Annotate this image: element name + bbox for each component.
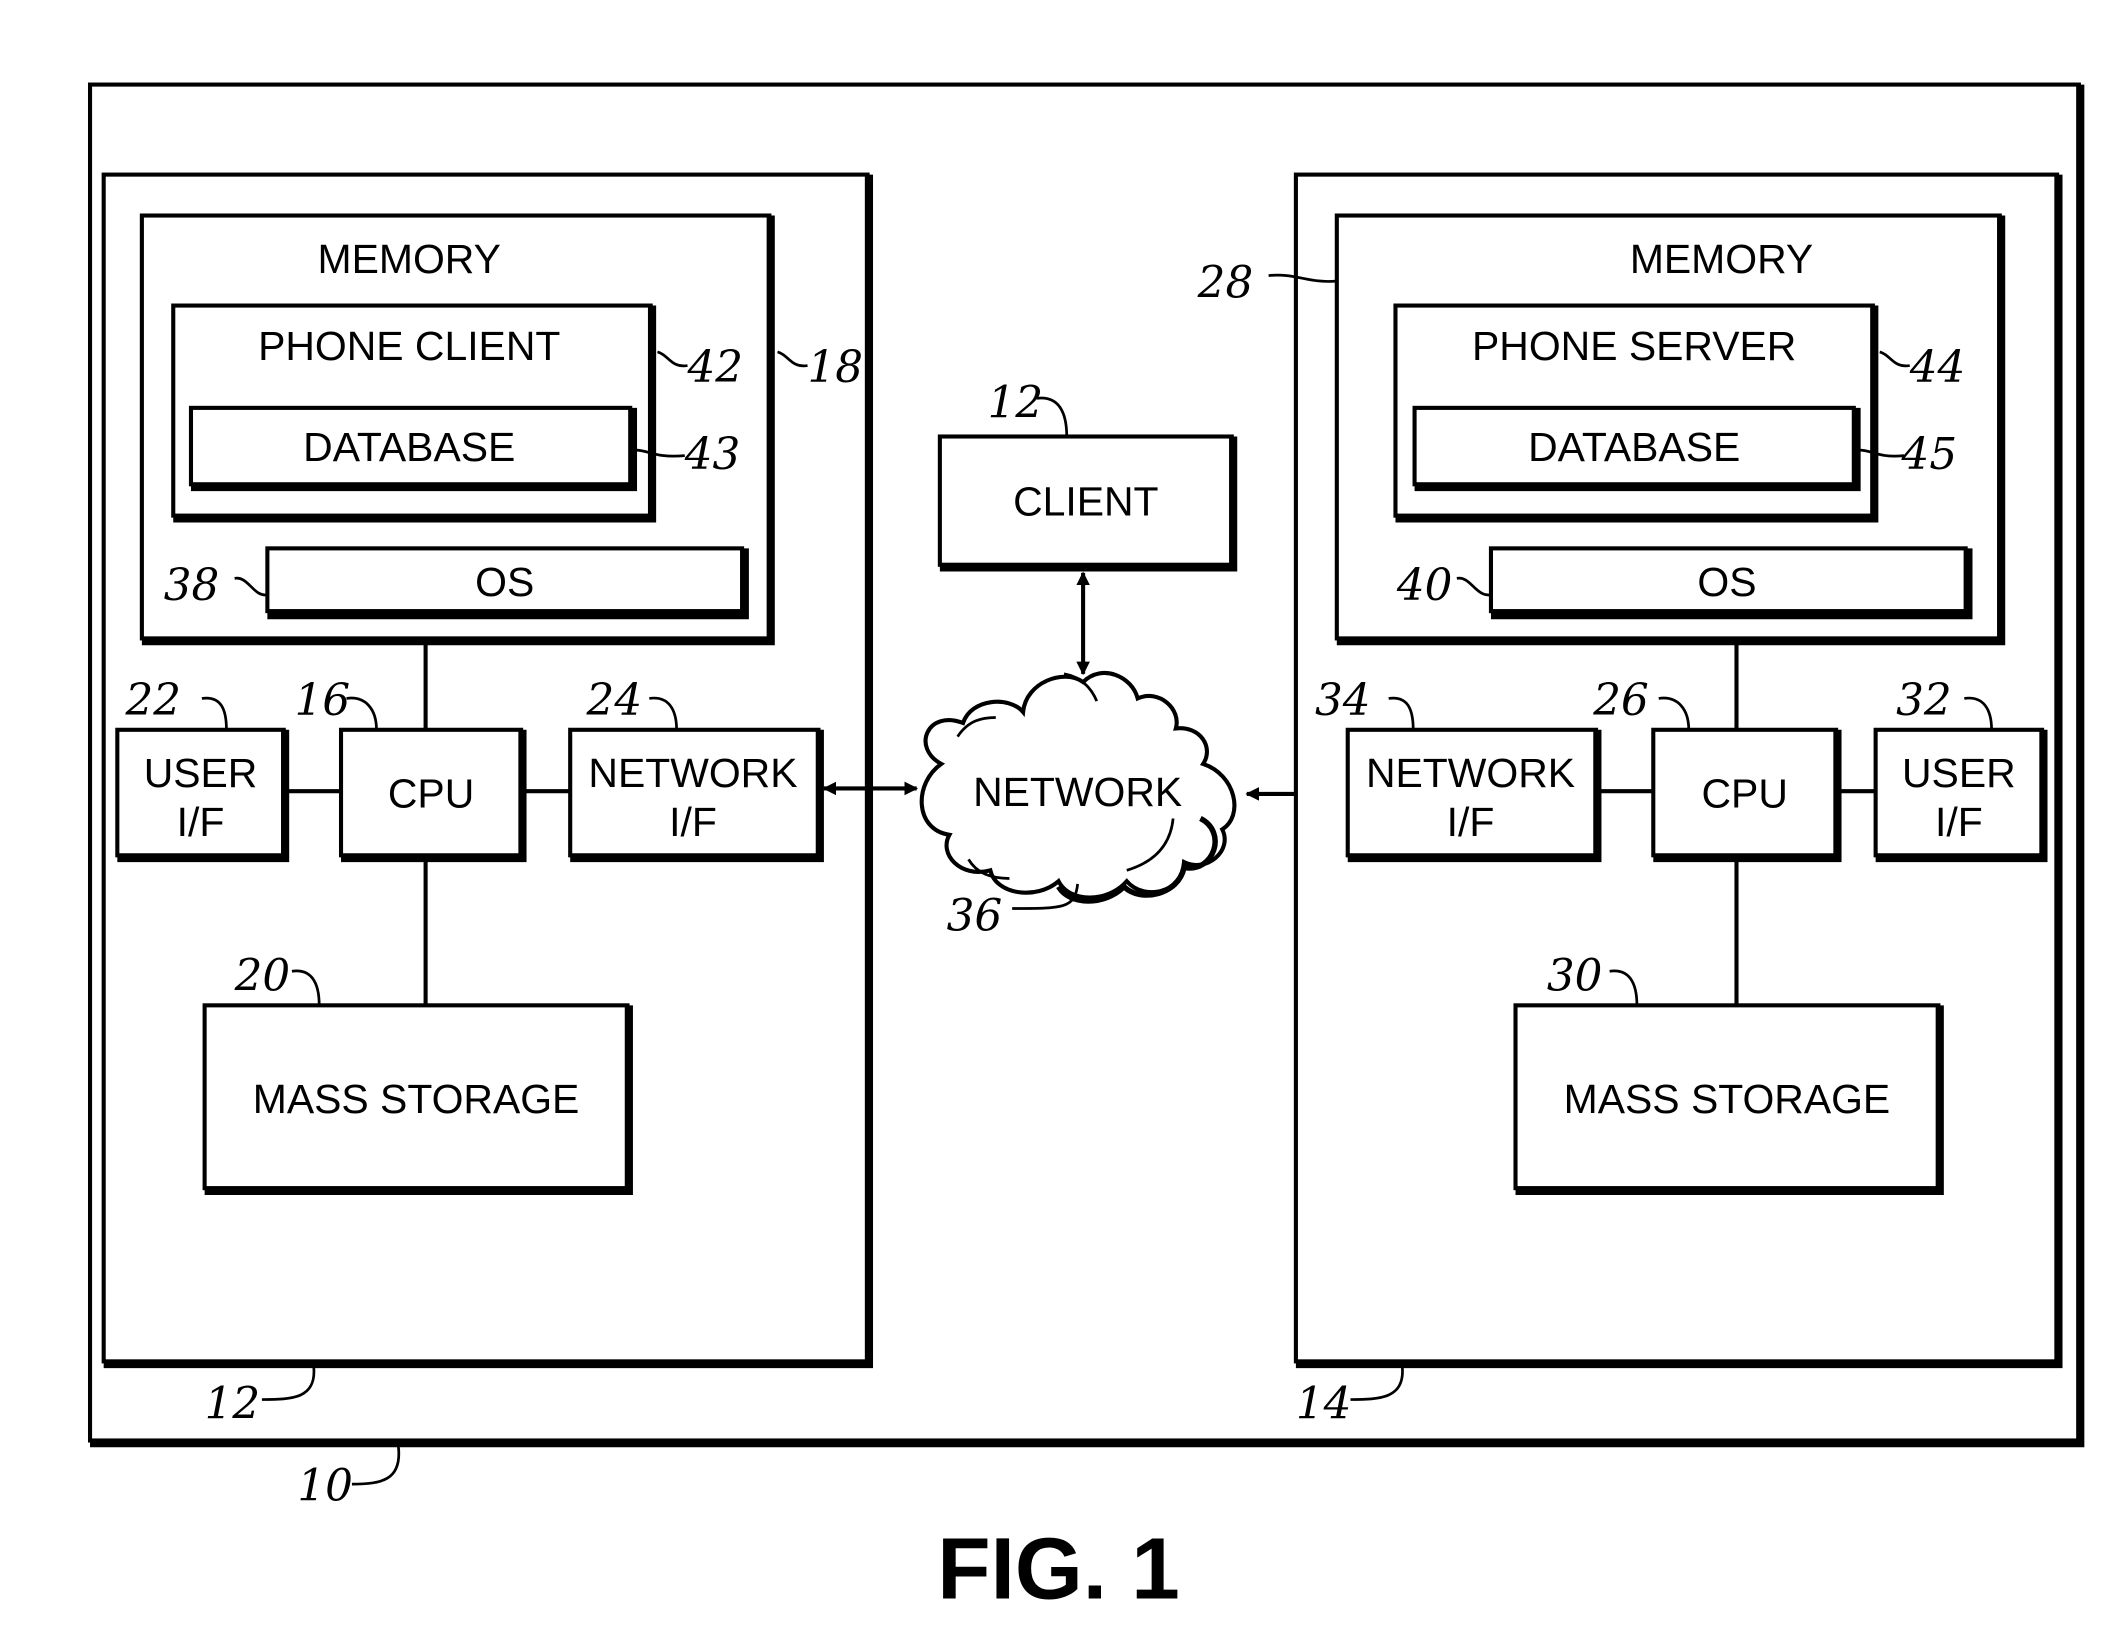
server-network-if-label-1: NETWORK	[1366, 750, 1575, 796]
ref-18: 18	[808, 342, 864, 393]
server-os-label: OS	[1697, 559, 1756, 605]
client-label: CLIENT	[1013, 479, 1158, 525]
client-os-label: OS	[475, 559, 534, 605]
phone-server-label: PHONE SERVER	[1472, 323, 1796, 369]
ref-28: 28	[1197, 257, 1254, 308]
ref-16: 16	[295, 675, 351, 726]
figure-label: FIG. 1	[937, 1520, 1180, 1618]
client-cpu-label: CPU	[388, 771, 474, 817]
ref-26: 26	[1592, 675, 1649, 726]
server-mass-storage-label: MASS STORAGE	[1564, 1076, 1891, 1122]
ref-10: 10	[297, 1461, 353, 1512]
client-user-if-label-1: USER	[144, 750, 258, 796]
client-memory-label: MEMORY	[318, 236, 501, 282]
network-label: NETWORK	[973, 769, 1182, 815]
ref-12-client: 12	[988, 377, 1044, 428]
ref-22: 22	[125, 675, 182, 726]
server-cpu-label: CPU	[1701, 771, 1787, 817]
ref-32: 32	[1896, 675, 1952, 726]
client-network-if-label-1: NETWORK	[588, 750, 797, 796]
ref-42: 42	[687, 342, 744, 393]
client-network-if-label-2: I/F	[669, 799, 717, 845]
ref-34: 34	[1315, 675, 1371, 726]
ref-45: 45	[1901, 429, 1958, 480]
client-user-if-label-2: I/F	[177, 799, 225, 845]
system-diagram: 10 12 MEMORY 18 PHONE CLIENT 42 DATABASE…	[87, 82, 2085, 1618]
server-user-if-label-2: I/F	[1935, 799, 1983, 845]
server-memory-label: MEMORY	[1630, 236, 1813, 282]
ref-36: 36	[947, 890, 1003, 941]
phone-client-label: PHONE CLIENT	[258, 323, 560, 369]
ref-40: 40	[1396, 560, 1453, 611]
leader-10	[351, 1445, 401, 1486]
client-database-label: DATABASE	[303, 424, 515, 470]
ref-38: 38	[164, 560, 220, 611]
ref-44: 44	[1909, 342, 1966, 393]
ref-12-device: 12	[205, 1379, 261, 1430]
ref-30: 30	[1547, 950, 1603, 1001]
server-database-label: DATABASE	[1528, 424, 1740, 470]
client-mass-storage-label: MASS STORAGE	[253, 1076, 580, 1122]
ref-20: 20	[234, 950, 291, 1001]
server-user-if-label-1: USER	[1902, 750, 2016, 796]
ref-14: 14	[1296, 1379, 1352, 1430]
ref-43: 43	[684, 429, 741, 480]
ref-24: 24	[586, 675, 643, 726]
server-network-if-label-2: I/F	[1447, 799, 1495, 845]
